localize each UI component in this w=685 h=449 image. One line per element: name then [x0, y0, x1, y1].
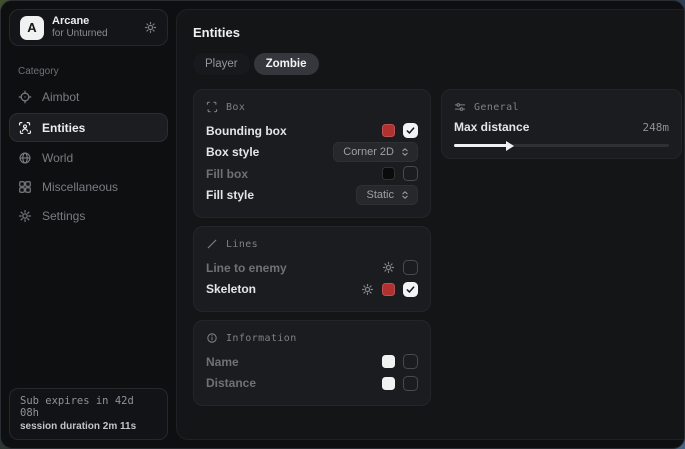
gear-icon[interactable]	[144, 21, 157, 34]
slider-thumb[interactable]	[506, 141, 514, 151]
brand-card: A Arcane for Unturned	[9, 9, 168, 46]
slider-fill	[454, 144, 507, 147]
gear-icon[interactable]	[361, 283, 374, 296]
sidebar-item-label: Entities	[42, 121, 85, 135]
tab-zombie[interactable]: Zombie	[254, 53, 319, 75]
globe-icon	[18, 151, 32, 165]
grid-icon	[18, 180, 32, 194]
sidebar-item-label: Aimbot	[42, 90, 79, 104]
setting-label: Name	[206, 355, 374, 369]
card-title: Information	[226, 333, 297, 344]
session-duration: session duration 2m 11s	[20, 421, 157, 432]
card-title: General	[474, 102, 519, 113]
sidebar-item-entities[interactable]: Entities	[9, 113, 168, 142]
setting-label: Fill style	[206, 188, 348, 202]
setting-row: Distance	[206, 373, 418, 395]
setting-row: Fill box	[206, 163, 418, 185]
checkbox[interactable]	[403, 260, 418, 275]
chevron-up-down-icon	[400, 190, 410, 200]
color-swatch[interactable]	[382, 124, 395, 137]
crosshair-icon	[18, 90, 32, 104]
sidebar-item-label: World	[42, 151, 73, 165]
setting-label: Skeleton	[206, 282, 353, 296]
general-card: General Max distance 248m	[441, 89, 682, 159]
sidebar-item-settings[interactable]: Settings	[9, 202, 168, 230]
dropdown-value: Static	[366, 189, 394, 201]
sidebar: A Arcane for Unturned Category	[1, 1, 176, 448]
sidebar-nav: Aimbot Entities	[1, 83, 176, 230]
subscription-expires: Sub expires in 42d 08h	[20, 395, 157, 419]
slider-value: 248m	[643, 121, 670, 134]
category-label: Category	[18, 66, 176, 77]
setting-row: Name	[206, 351, 418, 373]
max-distance-slider[interactable]	[454, 144, 669, 147]
checkbox[interactable]	[403, 354, 418, 369]
brand-title: Arcane	[52, 15, 108, 28]
page-title: Entities	[193, 25, 682, 40]
color-swatch[interactable]	[382, 283, 395, 296]
line-icon	[206, 238, 218, 250]
color-swatch[interactable]	[382, 355, 395, 368]
setting-row: Skeleton	[206, 279, 418, 301]
setting-row: Line to enemy	[206, 257, 418, 279]
setting-row: Fill style Static	[206, 185, 418, 207]
chevron-up-down-icon	[400, 147, 410, 157]
setting-label: Distance	[206, 376, 374, 390]
gear-icon[interactable]	[382, 261, 395, 274]
information-card: Information Name Distance	[193, 320, 431, 406]
sidebar-item-world[interactable]: World	[9, 144, 168, 172]
checkbox[interactable]	[403, 376, 418, 391]
box-card: Box Bounding box Box style Corner 2D	[193, 89, 431, 218]
setting-row: Bounding box	[206, 120, 418, 142]
card-title: Box	[226, 102, 245, 113]
setting-label: Line to enemy	[206, 261, 374, 275]
box-corners-icon	[206, 101, 218, 113]
color-swatch[interactable]	[382, 167, 395, 180]
arcane-window: A Arcane for Unturned Category	[0, 0, 685, 449]
tab-player[interactable]: Player	[193, 53, 250, 75]
dropdown-value: Corner 2D	[343, 146, 394, 158]
setting-row: Box style Corner 2D	[206, 142, 418, 164]
box-style-dropdown[interactable]: Corner 2D	[333, 142, 418, 162]
entity-scan-icon	[18, 121, 32, 135]
sidebar-item-miscellaneous[interactable]: Miscellaneous	[9, 173, 168, 201]
fill-style-dropdown[interactable]: Static	[356, 185, 418, 205]
lines-card: Lines Line to enemy Skeleton	[193, 226, 431, 312]
setting-label: Bounding box	[206, 124, 374, 138]
checkbox[interactable]	[403, 166, 418, 181]
brand-subtitle: for Unturned	[52, 28, 108, 40]
info-icon	[206, 332, 218, 344]
setting-label: Fill box	[206, 167, 374, 181]
sidebar-item-label: Miscellaneous	[42, 180, 118, 194]
app-logo: A	[20, 16, 44, 40]
gear-icon	[18, 209, 32, 223]
sidebar-item-label: Settings	[42, 209, 85, 223]
tune-sliders-icon	[454, 101, 466, 113]
sidebar-item-aimbot[interactable]: Aimbot	[9, 83, 168, 111]
checkbox[interactable]	[403, 282, 418, 297]
color-swatch[interactable]	[382, 377, 395, 390]
checkbox[interactable]	[403, 123, 418, 138]
main-panel: Entities Player Zombie Box	[176, 9, 685, 440]
card-title: Lines	[226, 239, 258, 250]
slider-label: Max distance	[454, 120, 643, 134]
entity-tabs: Player Zombie	[193, 53, 682, 75]
subscription-box: Sub expires in 42d 08h session duration …	[9, 388, 168, 440]
setting-label: Box style	[206, 145, 325, 159]
